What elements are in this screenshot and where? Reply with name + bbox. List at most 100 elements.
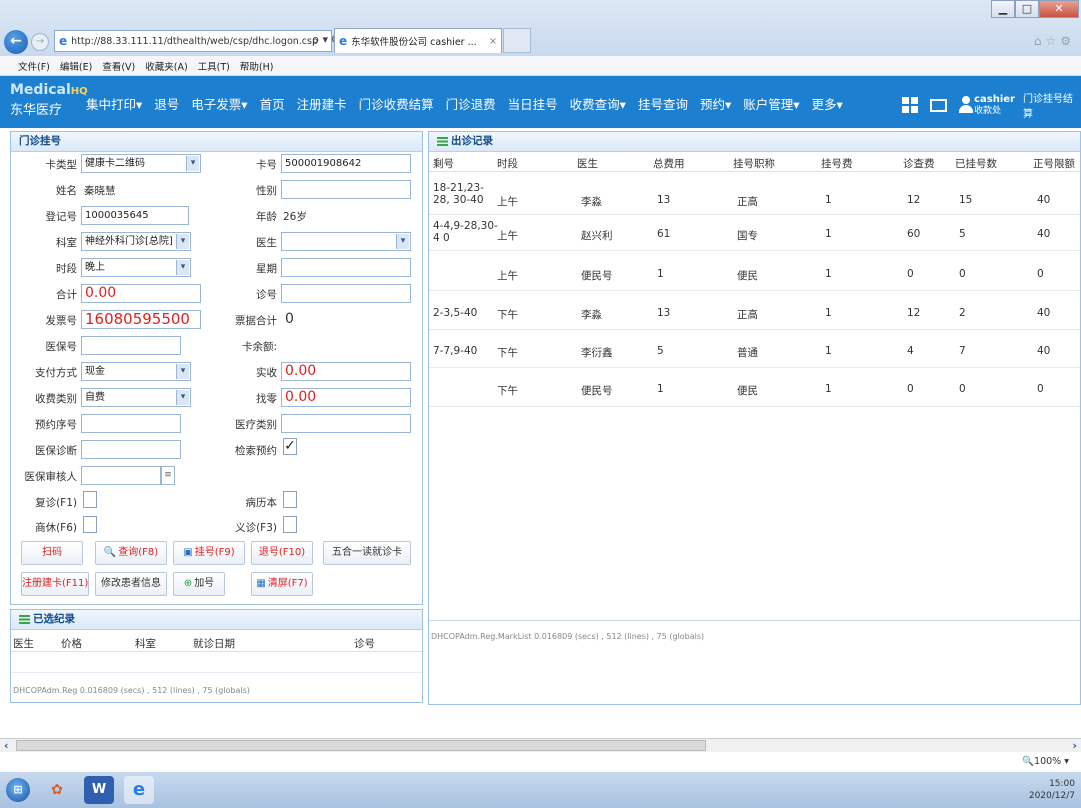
new-card-button[interactable]: 注册建卡(F11) [21,572,89,596]
address-bar[interactable]: e http://88.33.111.11/dthealth/web/csp/d… [54,30,332,52]
commercial-checkbox[interactable] [83,516,97,533]
nav-appointment[interactable]: 预约▾ [700,94,731,113]
tab-close-icon[interactable]: × [489,36,497,47]
menu-view[interactable]: 查看(V) [102,59,135,73]
nav-today-registration[interactable]: 当日挂号 [508,94,558,113]
check-appt-checkbox[interactable]: ✓ [283,438,297,455]
insurance-no-field[interactable] [81,336,181,355]
card-type-select[interactable]: 健康卡二维码 [81,154,201,173]
card-no-field[interactable]: 500001908642 [281,154,411,173]
five-in-one-button[interactable]: 五合一读就诊卡 [323,541,411,565]
horizontal-scrollbar[interactable]: ‹ › [0,738,1081,752]
menu-favorites[interactable]: 收藏夹(A) [145,59,187,73]
edit-patient-button[interactable]: 修改患者信息 [95,572,167,596]
cell-period: 上午 [497,196,518,208]
start-button-icon[interactable]: ⊞ [6,778,30,802]
doctor-select[interactable] [281,232,411,251]
ins-auditor-field[interactable] [81,466,161,485]
cell-exam-fee: 4 [907,345,914,357]
nav-register-card[interactable]: 注册建卡 [297,94,347,113]
maximize-button[interactable]: □ [1015,0,1039,18]
total-field[interactable]: 0.00 [81,284,201,303]
nav-registration-query[interactable]: 挂号查询 [638,94,688,113]
menu-help[interactable]: 帮助(H) [240,59,274,73]
scroll-thumb[interactable] [16,740,706,751]
room-label: 诊号 [256,289,277,301]
nav-fee-query[interactable]: 收费查询▾ [570,94,626,113]
ie-taskbar-icon[interactable]: e [124,776,154,804]
nav-outpatient-refund[interactable]: 门诊退费 [446,94,496,113]
app-taskbar-icon[interactable]: ✿ [42,776,72,804]
nav-outpatient-billing[interactable]: 门诊收费结算 [359,94,434,113]
apps-grid-icon[interactable] [902,97,918,113]
week-field[interactable] [281,258,411,277]
col-registered-count: 已挂号数 [955,158,997,170]
home-favorites-settings-icon[interactable]: ⌂☆⚙ [1034,34,1075,48]
reg-no-field[interactable]: 1000035645 [81,206,189,225]
mail-icon[interactable] [930,98,947,112]
free-clinic-label: 义诊(F3) [235,522,277,534]
cell-title: 便民 [737,385,758,397]
room-field[interactable] [281,284,411,303]
nav-refund-number[interactable]: 退号 [154,94,179,113]
nav-e-invoice[interactable]: 电子发票▾ [191,94,247,113]
period-select[interactable]: 晚上 [81,258,191,277]
invoice-field[interactable]: 16080595500 [81,310,201,329]
schedule-panel: 出诊记录 剩号 时段 医生 总费用 挂号职称 挂号费 诊查费 已挂号数 正号限额… [428,131,1081,705]
fee-type-select[interactable]: 自费 [81,388,191,407]
zoom-value: 100% [1034,756,1062,767]
nav-batch-print[interactable]: 集中打印▾ [86,94,142,113]
clock-time: 15:00 [1049,779,1075,789]
cell-exam-fee: 12 [907,307,921,319]
nav-more[interactable]: 更多▾ [812,94,843,113]
user-icon[interactable] [958,96,973,114]
ins-diag-label: 医保诊断 [35,445,77,457]
scan-button[interactable]: 扫码 [21,541,83,565]
close-window-button[interactable]: ✕ [1039,0,1079,18]
new-tab-button[interactable] [503,28,531,53]
refund-button[interactable]: 退号(F10) [251,541,313,565]
change-field[interactable]: 0.00 [281,388,411,407]
zoom-level[interactable]: 🔍100% ▾ [1022,756,1069,767]
ins-diag-field[interactable] [81,440,181,459]
appt-no-field[interactable] [81,414,181,433]
register-button-label: 挂号(F9) [194,547,235,558]
ins-auditor-lookup-icon[interactable]: ≡ [161,466,175,485]
invoice-label: 发票号 [45,315,78,327]
nav-account-management[interactable]: 账户管理▾ [743,94,799,113]
free-clinic-checkbox[interactable] [283,516,297,533]
clock-date: 2020/12/7 [1028,791,1075,801]
query-button-label: 查询(F8) [118,547,159,558]
nav-home[interactable]: 首页 [260,94,285,113]
paid-field[interactable]: 0.00 [281,362,411,381]
menu-edit[interactable]: 编辑(E) [60,59,92,73]
menu-file[interactable]: 文件(F) [18,59,50,73]
med-type-field[interactable] [281,414,411,433]
dept-select[interactable]: 神经外科门诊[总院] [81,232,191,251]
user-info[interactable]: cashier 收款处 [974,94,1015,117]
sex-field[interactable] [281,180,411,199]
record-book-checkbox[interactable] [283,491,297,508]
user-role: 收款处 [974,105,1002,116]
pay-method-select[interactable]: 现金 [81,362,191,381]
card-no-label: 卡号 [256,159,277,171]
menu-tools[interactable]: 工具(T) [198,59,230,73]
revisit-checkbox[interactable] [83,491,97,508]
clear-button[interactable]: ▦ 清屏(F7) [251,572,313,596]
selected-records-panel: 已选纪录 医生 价格 科室 就诊日期 诊号 DHCOPAdm.Reg 0.016… [10,609,423,703]
forward-arrow-icon[interactable]: → [31,33,49,51]
browser-tab[interactable]: e 东华软件股份公司 cashier ... × [334,28,502,53]
query-button[interactable]: 🔍 查询(F8) [95,541,167,565]
revisit-label: 复诊(F1) [35,497,77,509]
minimize-button[interactable]: ▁ [991,0,1015,18]
change-label: 找零 [256,393,277,405]
header-tools: cashier 收款处 门诊挂号结算 [902,90,1081,120]
back-arrow-icon[interactable]: ← [4,30,28,54]
register-button[interactable]: ▣ 挂号(F9) [173,541,245,565]
tab-title: 东华软件股份公司 cashier ... [351,37,477,48]
col-dept: 科室 [135,638,156,650]
scroll-left-icon[interactable]: ‹ [4,739,9,752]
add-number-button[interactable]: ⊕ 加号 [173,572,225,596]
word-taskbar-icon[interactable]: W [84,776,114,804]
scroll-right-icon[interactable]: › [1072,739,1077,752]
